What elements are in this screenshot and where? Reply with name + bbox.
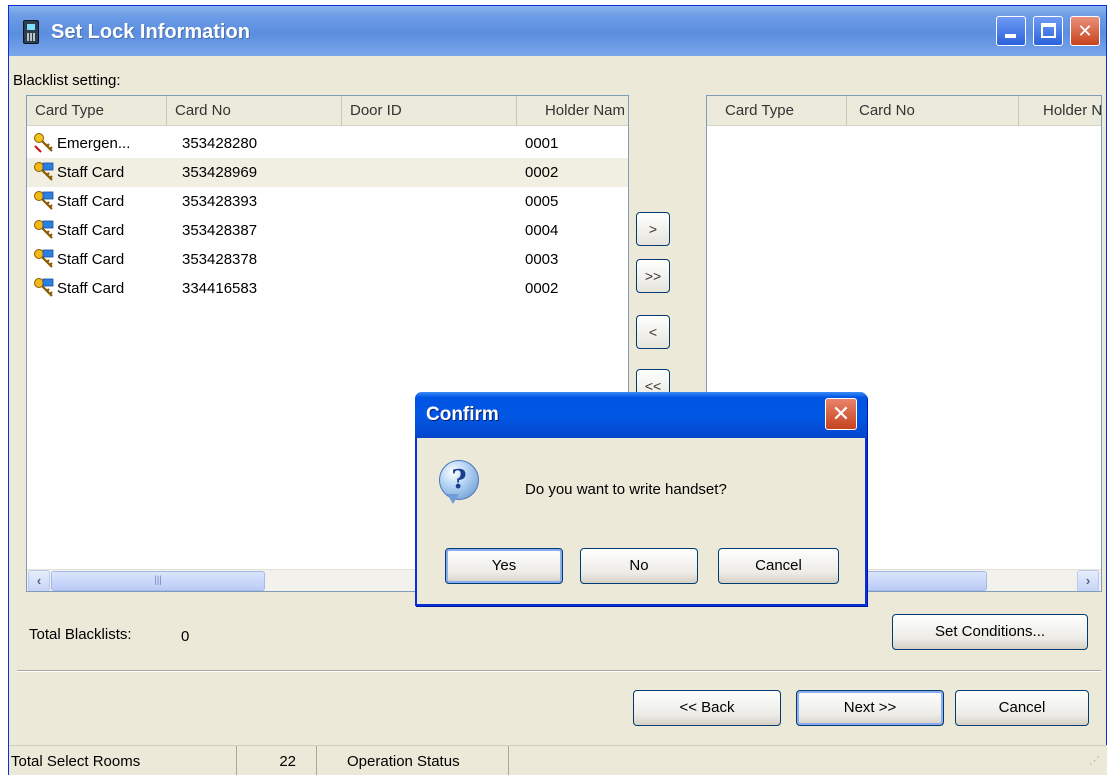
cell-holder: 0002 (525, 280, 559, 297)
scroll-right-button[interactable]: › (1077, 570, 1099, 591)
cell-card-no: 353428969 (182, 164, 258, 181)
scroll-left-icon: ‹ (36, 573, 42, 588)
handset-app-icon (23, 20, 39, 44)
status-rooms-label: Total Select Rooms (9, 746, 237, 775)
selected-column-card-type[interactable]: Card Type (707, 96, 847, 126)
table-row[interactable]: Staff Card 334416583 0002 (27, 274, 628, 303)
minimize-button[interactable] (996, 16, 1026, 46)
table-row[interactable]: Emergen... 353428280 0001 (27, 129, 628, 158)
minimize-icon (1005, 34, 1016, 38)
cell-card-type: Staff Card (57, 280, 125, 297)
blacklist-setting-label: Blacklist setting: (13, 72, 121, 89)
column-card-type[interactable]: Card Type (27, 96, 167, 126)
set-lock-information-window: Set Lock Information ✕ Blacklist setting… (8, 5, 1107, 775)
confirm-close-button[interactable]: ✕ (825, 398, 857, 430)
add-selected-button[interactable]: > (636, 212, 670, 246)
window-titlebar[interactable]: Set Lock Information ✕ (9, 6, 1106, 56)
cancel-button[interactable]: Cancel (955, 690, 1089, 726)
cell-card-type: Staff Card (57, 193, 125, 210)
cell-holder: 0001 (525, 135, 559, 152)
staff-key-icon (34, 220, 54, 239)
status-bar: Total Select Rooms 22 Operation Status ⋰ (9, 745, 1107, 775)
cell-card-no: 353428393 (182, 193, 258, 210)
cell-card-type: Emergen... (57, 135, 131, 152)
window-title: Set Lock Information (51, 21, 250, 43)
remove-selected-button[interactable]: < (636, 315, 670, 349)
selected-column-card-no[interactable]: Card No (847, 96, 1019, 126)
question-icon: ? (439, 460, 479, 500)
confirm-dialog: Confirm ✕ ? Do you want to write handset… (415, 392, 867, 606)
close-icon: ✕ (831, 401, 851, 426)
blacklist-header: Card Type Card No Door ID Holder Nam (27, 96, 628, 126)
cell-card-no: 353428378 (182, 251, 258, 268)
total-blacklists-label: Total Blacklists: (29, 626, 132, 643)
scroll-right-icon: › (1085, 573, 1091, 588)
confirm-titlebar[interactable]: Confirm ✕ (415, 392, 867, 438)
no-button[interactable]: No (580, 548, 698, 584)
staff-key-icon (34, 191, 54, 210)
maximize-button[interactable] (1033, 16, 1063, 46)
selected-header: Card Type Card No Holder N (707, 96, 1101, 126)
table-row[interactable]: Staff Card 353428378 0003 (27, 245, 628, 274)
scroll-thumb[interactable]: ||| (51, 571, 265, 591)
selected-column-holder[interactable]: Holder N (1019, 96, 1101, 126)
cell-holder: 0004 (525, 222, 559, 239)
cell-holder: 0003 (525, 251, 559, 268)
back-button[interactable]: << Back (633, 690, 781, 726)
cell-card-no: 353428280 (182, 135, 258, 152)
resize-grip-icon[interactable]: ⋰ (1089, 746, 1107, 775)
cell-card-type: Staff Card (57, 251, 125, 268)
cell-holder: 0005 (525, 193, 559, 210)
question-bubble-tail (447, 494, 459, 504)
close-icon: ✕ (1077, 21, 1093, 41)
staff-key-icon (34, 249, 54, 268)
column-holder-name[interactable]: Holder Nam (517, 96, 628, 126)
confirm-message: Do you want to write handset? (525, 481, 727, 498)
add-all-button[interactable]: >> (636, 259, 670, 293)
column-card-no[interactable]: Card No (167, 96, 342, 126)
table-row[interactable]: Staff Card 353428969 0002 (27, 158, 628, 187)
cell-card-no: 334416583 (182, 280, 258, 297)
column-door-id[interactable]: Door ID (342, 96, 517, 126)
yes-button[interactable]: Yes (445, 548, 563, 584)
status-rooms-value: 22 (237, 746, 317, 775)
dialog-cancel-button[interactable]: Cancel (718, 548, 839, 584)
cell-holder: 0002 (525, 164, 559, 181)
cell-card-type: Staff Card (57, 164, 125, 181)
confirm-title: Confirm (426, 404, 499, 425)
emergency-key-icon (34, 133, 53, 153)
status-operation: Operation Status (317, 746, 509, 775)
next-button[interactable]: Next >> (796, 690, 944, 726)
maximize-icon (1041, 23, 1056, 38)
table-row[interactable]: Staff Card 353428393 0005 (27, 187, 628, 216)
scroll-left-button[interactable]: ‹ (28, 570, 50, 591)
total-blacklists-value: 0 (181, 628, 190, 645)
selected-scroll-thumb[interactable] (857, 571, 987, 591)
staff-key-icon (34, 162, 54, 181)
staff-key-icon (34, 278, 54, 297)
table-row[interactable]: Staff Card 353428387 0004 (27, 216, 628, 245)
set-conditions-button[interactable]: Set Conditions... (892, 614, 1088, 650)
cell-card-no: 353428387 (182, 222, 258, 239)
cell-card-type: Staff Card (57, 222, 125, 239)
separator (17, 670, 1101, 672)
close-button[interactable]: ✕ (1070, 16, 1100, 46)
